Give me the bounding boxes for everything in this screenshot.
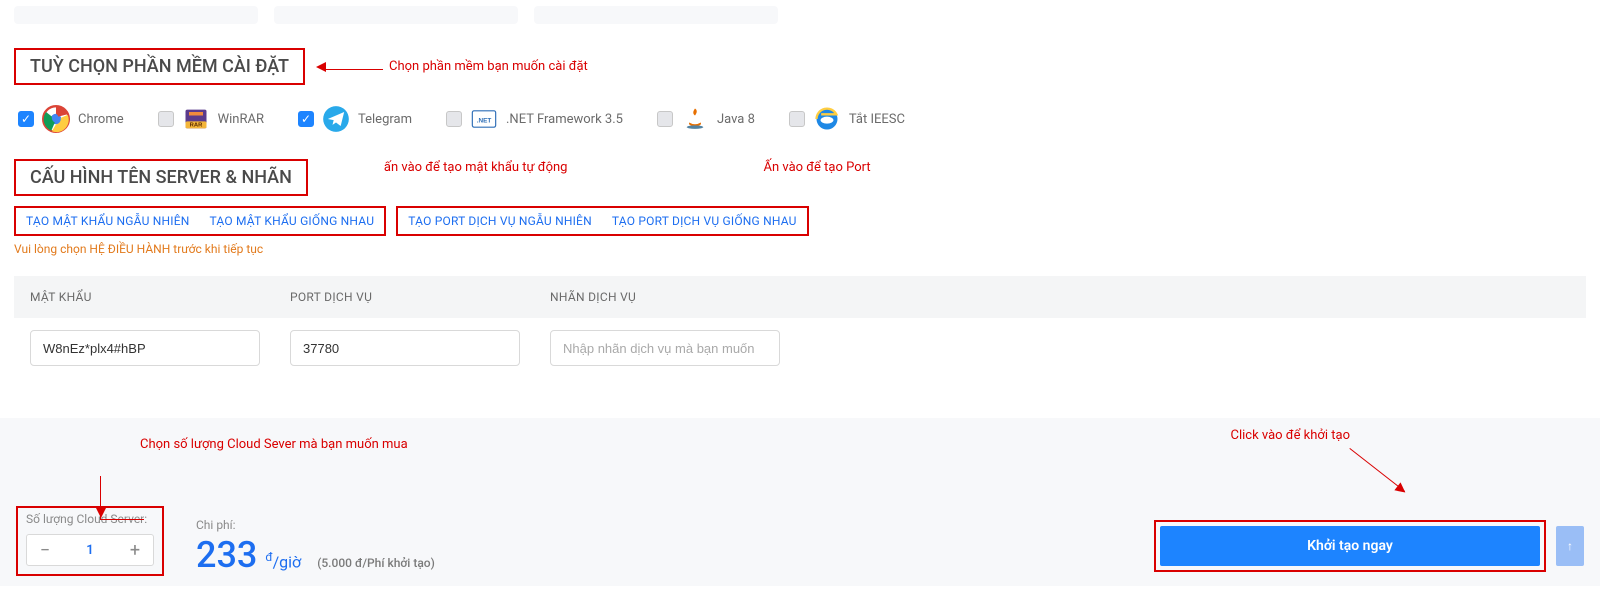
scroll-top-button[interactable]: ↑ [1556, 526, 1584, 566]
software-label: Chrome [78, 112, 124, 127]
checkbox-dotnet[interactable] [446, 111, 462, 127]
price-label: Chi phí: [196, 518, 435, 532]
column-headers: MẬT KHẨU PORT DỊCH VỤ NHÃN DỊCH VỤ [14, 276, 1586, 318]
software-item-telegram: Telegram [298, 105, 412, 133]
ie-icon [813, 105, 841, 133]
annotation-port: Ấn vào để tạo Port [763, 159, 870, 177]
checkbox-java[interactable] [657, 111, 673, 127]
service-label-input[interactable] [550, 330, 780, 366]
software-label: Telegram [358, 112, 412, 127]
quantity-increment-button[interactable]: + [117, 535, 153, 565]
software-item-chrome: Chrome [18, 105, 124, 133]
telegram-icon [322, 105, 350, 133]
checkbox-winrar[interactable] [158, 111, 174, 127]
software-item-ieesc: Tắt IEESC [789, 105, 905, 133]
dotnet-icon: .NET [470, 105, 498, 133]
checkbox-telegram[interactable] [298, 111, 314, 127]
software-label: WinRAR [218, 112, 264, 127]
svg-text:RAR: RAR [189, 123, 202, 129]
software-item-dotnet: .NET .NET Framework 3.5 [446, 105, 623, 133]
chrome-icon [42, 105, 70, 133]
col-password: MẬT KHẨU [30, 290, 290, 304]
software-label: Tắt IEESC [849, 112, 905, 127]
software-item-winrar: RAR WinRAR [158, 105, 264, 133]
annotation-software: Chọn phần mềm bạn muốn cài đặt [323, 59, 588, 74]
gen-port-random-link[interactable]: TẠO PORT DỊCH VỤ NGẪU NHIÊN [408, 214, 592, 228]
create-button[interactable]: Khởi tạo ngay [1160, 526, 1540, 566]
software-label: .NET Framework 3.5 [506, 112, 623, 127]
col-port: PORT DỊCH VỤ [290, 290, 550, 304]
password-actions-group: TẠO MẬT KHẨU NGẪU NHIÊN TẠO MẬT KHẨU GIỐ… [14, 206, 386, 236]
price-currency: đ [265, 550, 272, 564]
software-item-java: Java 8 [657, 105, 755, 133]
winrar-icon: RAR [182, 105, 210, 133]
price-per: /giờ [273, 552, 302, 571]
svg-text:.NET: .NET [477, 118, 492, 125]
annotation-password: ấn vào để tạo mật khẩu tự động [384, 159, 568, 177]
col-label: NHÃN DỊCH VỤ [550, 290, 810, 304]
server-config-heading: CẤU HÌNH TÊN SERVER & NHÃN [14, 159, 308, 196]
gen-password-same-link[interactable]: TẠO MẬT KHẨU GIỐNG NHAU [210, 214, 375, 228]
quantity-stepper: − 1 + [26, 534, 154, 566]
annotation-software-text: Chọn phần mềm bạn muốn cài đặt [389, 59, 588, 74]
checkbox-ieesc[interactable] [789, 111, 805, 127]
footer: Chọn số lượng Cloud Sever mà bạn muốn mu… [0, 418, 1600, 586]
software-label: Java 8 [717, 112, 755, 127]
software-options-heading: TUỲ CHỌN PHẦN MỀM CÀI ĐẶT [14, 48, 305, 85]
checkbox-chrome[interactable] [18, 111, 34, 127]
software-list: Chrome RAR WinRAR Telegram .NET .NET Fra… [18, 105, 1586, 133]
annotation-quantity: Chọn số lượng Cloud Sever mà bạn muốn mu… [140, 436, 408, 454]
java-icon [681, 105, 709, 133]
os-warning-text: Vui lòng chọn HỆ ĐIỀU HÀNH trước khi tiế… [14, 242, 1586, 256]
price-block: Chi phí: 233 đ/giờ (5.000 đ/Phí khởi tạo… [196, 518, 435, 576]
password-input[interactable] [30, 330, 260, 366]
gen-port-same-link[interactable]: TẠO PORT DỊCH VỤ GIỐNG NHAU [612, 214, 797, 228]
quantity-value[interactable]: 1 [63, 543, 117, 558]
price-note: (5.000 đ/Phí khởi tạo) [317, 556, 435, 570]
create-button-highlight: Khởi tạo ngay [1154, 520, 1546, 572]
annotation-create: Click vào để khởi tạo [1230, 428, 1350, 443]
price-value: 233 [196, 534, 257, 576]
port-actions-group: TẠO PORT DỊCH VỤ NGẪU NHIÊN TẠO PORT DỊC… [396, 206, 808, 236]
inputs-row [14, 318, 1586, 388]
gen-password-random-link[interactable]: TẠO MẬT KHẨU NGẪU NHIÊN [26, 214, 190, 228]
quantity-decrement-button[interactable]: − [27, 535, 63, 565]
port-input[interactable] [290, 330, 520, 366]
top-placeholder-cards [14, 6, 1586, 24]
